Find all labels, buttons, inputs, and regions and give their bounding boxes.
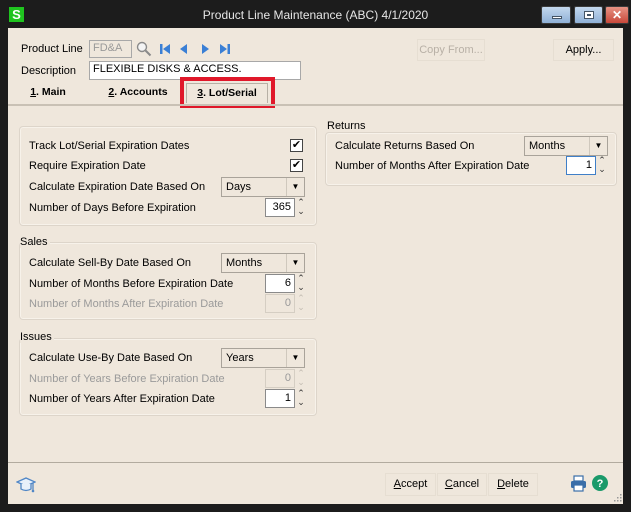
copy-from-button[interactable]: Copy From... (417, 39, 485, 61)
tab-accounts[interactable]: 2. Accounts (103, 83, 173, 103)
sell-by-calc-select[interactable]: Months ▼ (221, 253, 305, 273)
require-expiration-checkbox[interactable]: ✔ (290, 159, 303, 172)
track-expiration-checkbox[interactable]: ✔ (290, 139, 303, 152)
chevron-down-icon: ▼ (589, 137, 607, 155)
accept-button[interactable]: Accept (385, 473, 436, 496)
maximize-icon (584, 11, 594, 19)
issues-years-before-spinner[interactable]: ⌃ ⌄ (296, 369, 306, 388)
minimize-icon (552, 16, 562, 19)
issues-group-title: Issues (20, 331, 54, 343)
calc-expiration-label: Calculate Expiration Date Based On (29, 181, 206, 193)
sales-group-title: Sales (20, 236, 50, 248)
graduation-cap-icon[interactable] (16, 476, 36, 494)
next-record-icon[interactable] (198, 42, 212, 56)
apply-button[interactable]: Apply... (553, 39, 614, 61)
sales-months-after-field[interactable]: 0 (265, 294, 295, 313)
description-label: Description (21, 65, 77, 77)
footer-divider (8, 462, 623, 463)
help-icon[interactable]: ? (591, 474, 609, 492)
returns-months-after-field[interactable]: 1 (566, 156, 596, 175)
returns-months-after-label: Number of Months After Expiration Date (335, 160, 530, 172)
first-record-icon[interactable] (158, 42, 172, 56)
issues-years-after-label: Number of Years After Expiration Date (29, 393, 215, 405)
days-before-expiration-label: Number of Days Before Expiration (29, 202, 196, 214)
sales-months-after-spinner[interactable]: ⌃ ⌄ (296, 294, 306, 313)
days-before-expiration-field[interactable]: 365 (265, 198, 295, 217)
spin-down-icon[interactable]: ⌄ (296, 398, 306, 407)
last-record-icon[interactable] (218, 42, 232, 56)
returns-calc-label: Calculate Returns Based On (335, 140, 475, 152)
spin-down-icon[interactable]: ⌄ (597, 165, 607, 174)
require-expiration-label: Require Expiration Date (29, 160, 146, 172)
use-by-calc-label: Calculate Use-By Date Based On (29, 352, 193, 364)
sales-months-before-spinner[interactable]: ⌃ ⌄ (296, 274, 306, 293)
issues-years-before-field[interactable]: 0 (265, 369, 295, 388)
chevron-down-icon: ▼ (286, 254, 304, 272)
sell-by-calc-label: Calculate Sell-By Date Based On (29, 257, 192, 269)
issues-years-after-spinner[interactable]: ⌃ ⌄ (296, 389, 306, 408)
chevron-down-icon: ▼ (286, 178, 304, 196)
chevron-down-icon: ▼ (286, 349, 304, 367)
use-by-calc-select[interactable]: Years ▼ (221, 348, 305, 368)
track-expiration-label: Track Lot/Serial Expiration Dates (29, 140, 190, 152)
sales-months-after-label: Number of Months After Expiration Date (29, 298, 224, 310)
issues-years-before-label: Number of Years Before Expiration Date (29, 373, 225, 385)
close-icon: ✕ (611, 8, 623, 22)
delete-button[interactable]: Delete (488, 473, 538, 496)
sales-months-before-field[interactable]: 6 (265, 274, 295, 293)
window-title: Product Line Maintenance (ABC) 4/1/2020 (202, 8, 429, 22)
svg-text:?: ? (597, 478, 604, 490)
spin-down-icon[interactable]: ⌄ (296, 303, 306, 312)
tab-divider (8, 104, 623, 106)
spin-down-icon[interactable]: ⌄ (296, 207, 306, 216)
days-before-expiration-spinner[interactable]: ⌃ ⌄ (296, 198, 306, 217)
issues-years-after-field[interactable]: 1 (265, 389, 295, 408)
returns-calc-select[interactable]: Months ▼ (524, 136, 608, 156)
cancel-button[interactable]: Cancel (437, 473, 487, 496)
product-line-label: Product Line (21, 43, 83, 55)
application-window: S Product Line Maintenance (ABC) 4/1/202… (0, 0, 631, 512)
calc-expiration-select[interactable]: Days ▼ (221, 177, 305, 197)
close-button[interactable]: ✕ (605, 6, 629, 24)
spin-down-icon[interactable]: ⌄ (296, 378, 306, 387)
sales-months-before-label: Number of Months Before Expiration Date (29, 278, 234, 290)
minimize-button[interactable] (541, 6, 571, 24)
previous-record-icon[interactable] (177, 42, 191, 56)
magnifier-icon[interactable] (136, 41, 152, 57)
returns-months-after-spinner[interactable]: ⌃ ⌄ (597, 156, 607, 175)
dialog-client-area: Product Line FD&A Description FLEXIBLE D… (8, 28, 623, 504)
spin-down-icon[interactable]: ⌄ (296, 283, 306, 292)
resize-grip-icon[interactable] (614, 494, 622, 502)
maximize-button[interactable] (574, 6, 603, 24)
printer-icon[interactable] (570, 475, 587, 492)
returns-group-title: Returns (327, 120, 368, 132)
tab-main[interactable]: 1. Main (23, 83, 73, 103)
product-line-field[interactable]: FD&A (89, 40, 132, 58)
title-bar[interactable]: S Product Line Maintenance (ABC) 4/1/202… (0, 0, 631, 28)
